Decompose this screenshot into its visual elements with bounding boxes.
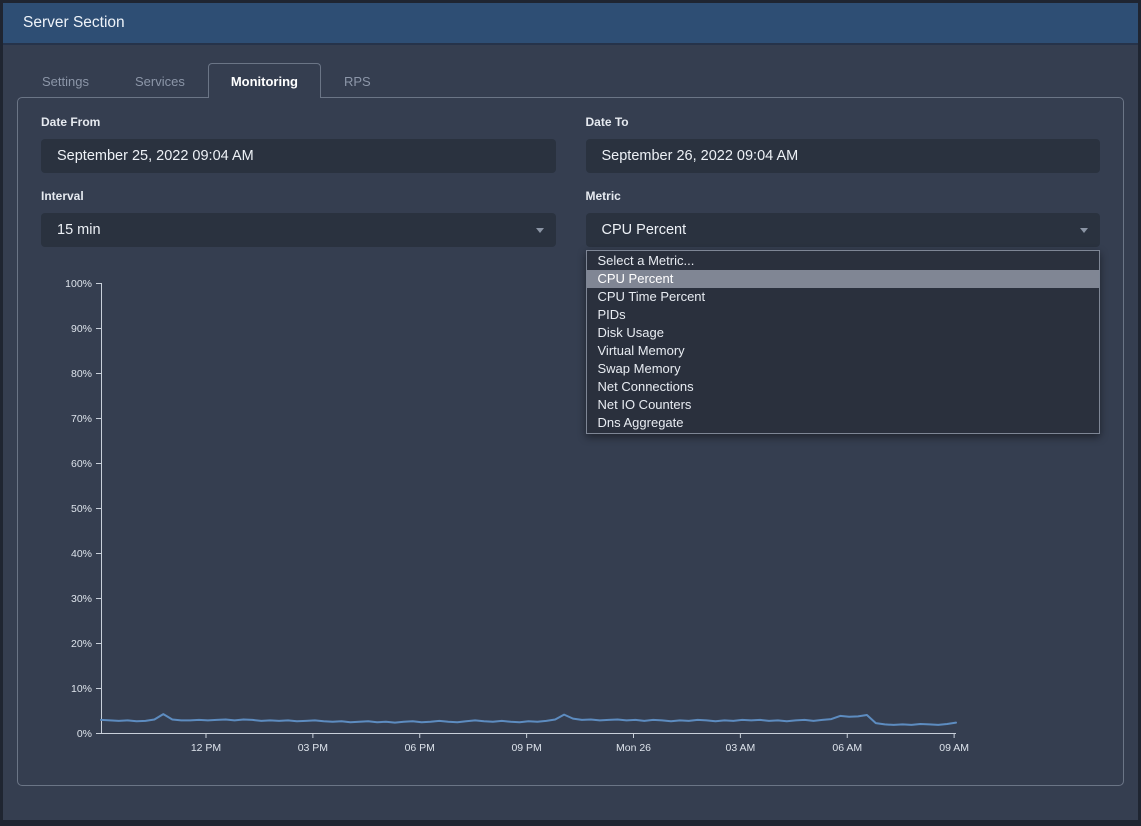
metric-option[interactable]: CPU Time Percent: [587, 288, 1100, 306]
metric-option[interactable]: CPU Percent: [587, 270, 1100, 288]
y-axis-tick-label: 0%: [77, 728, 92, 740]
y-axis-tick-label: 100%: [65, 278, 92, 290]
interval-selected-value: 15 min: [57, 222, 101, 238]
metric-option[interactable]: PIDs: [587, 306, 1100, 324]
metric-option[interactable]: Net Connections: [587, 378, 1100, 396]
tab-bar: Settings Services Monitoring RPS: [19, 63, 1138, 97]
metric-dropdown: Select a Metric...CPU PercentCPU Time Pe…: [586, 250, 1101, 434]
chevron-down-icon: [1080, 228, 1088, 233]
x-axis-tick-label: 12 PM: [191, 742, 221, 754]
metric-option[interactable]: Dns Aggregate: [587, 414, 1100, 432]
y-axis-tick-label: 10%: [71, 683, 92, 695]
metric-option[interactable]: Select a Metric...: [587, 252, 1100, 270]
window-title: Server Section: [23, 14, 125, 32]
x-axis-tick-label: 03 AM: [725, 742, 755, 754]
date-to-input[interactable]: [586, 139, 1101, 173]
interval-label: Interval: [41, 189, 556, 204]
metric-option[interactable]: Net IO Counters: [587, 396, 1100, 414]
app-window: Server Section Settings Services Monitor…: [0, 0, 1141, 826]
tab-monitoring[interactable]: Monitoring: [208, 63, 321, 98]
y-axis-tick-label: 60%: [71, 458, 92, 470]
filters-form: Date From Date To Interval 15 min Metric…: [41, 115, 1100, 247]
x-axis-tick-label: 09 AM: [939, 742, 969, 754]
tab-services[interactable]: Services: [112, 63, 208, 98]
metric-selected-value: CPU Percent: [602, 222, 687, 238]
tab-rps[interactable]: RPS: [321, 63, 394, 98]
chevron-down-icon: [536, 228, 544, 233]
x-axis-tick-label: 03 PM: [298, 742, 328, 754]
metric-option[interactable]: Virtual Memory: [587, 342, 1100, 360]
date-from-label: Date From: [41, 115, 556, 130]
metric-select[interactable]: CPU Percent: [586, 213, 1101, 247]
metric-option[interactable]: Swap Memory: [587, 360, 1100, 378]
metric-label: Metric: [586, 189, 1101, 204]
date-to-label: Date To: [586, 115, 1101, 130]
x-axis-tick-label: 06 PM: [405, 742, 435, 754]
date-from-input[interactable]: [41, 139, 556, 173]
y-axis-tick-label: 70%: [71, 413, 92, 425]
tab-settings[interactable]: Settings: [19, 63, 112, 98]
interval-select[interactable]: 15 min: [41, 213, 556, 247]
titlebar: Server Section: [3, 3, 1138, 45]
y-axis-tick-label: 30%: [71, 593, 92, 605]
x-axis-tick-label: Mon 26: [616, 742, 651, 754]
monitoring-panel: Date From Date To Interval 15 min Metric…: [17, 97, 1124, 786]
y-axis-tick-label: 20%: [71, 638, 92, 650]
x-axis-tick-label: 06 AM: [832, 742, 862, 754]
y-axis-tick-label: 50%: [71, 503, 92, 515]
y-axis-tick-label: 80%: [71, 368, 92, 380]
y-axis-tick-label: 40%: [71, 548, 92, 560]
y-axis-tick-label: 90%: [71, 323, 92, 335]
metric-option[interactable]: Disk Usage: [587, 324, 1100, 342]
x-axis-tick-label: 09 PM: [511, 742, 541, 754]
cpu-series-line: [101, 714, 956, 725]
